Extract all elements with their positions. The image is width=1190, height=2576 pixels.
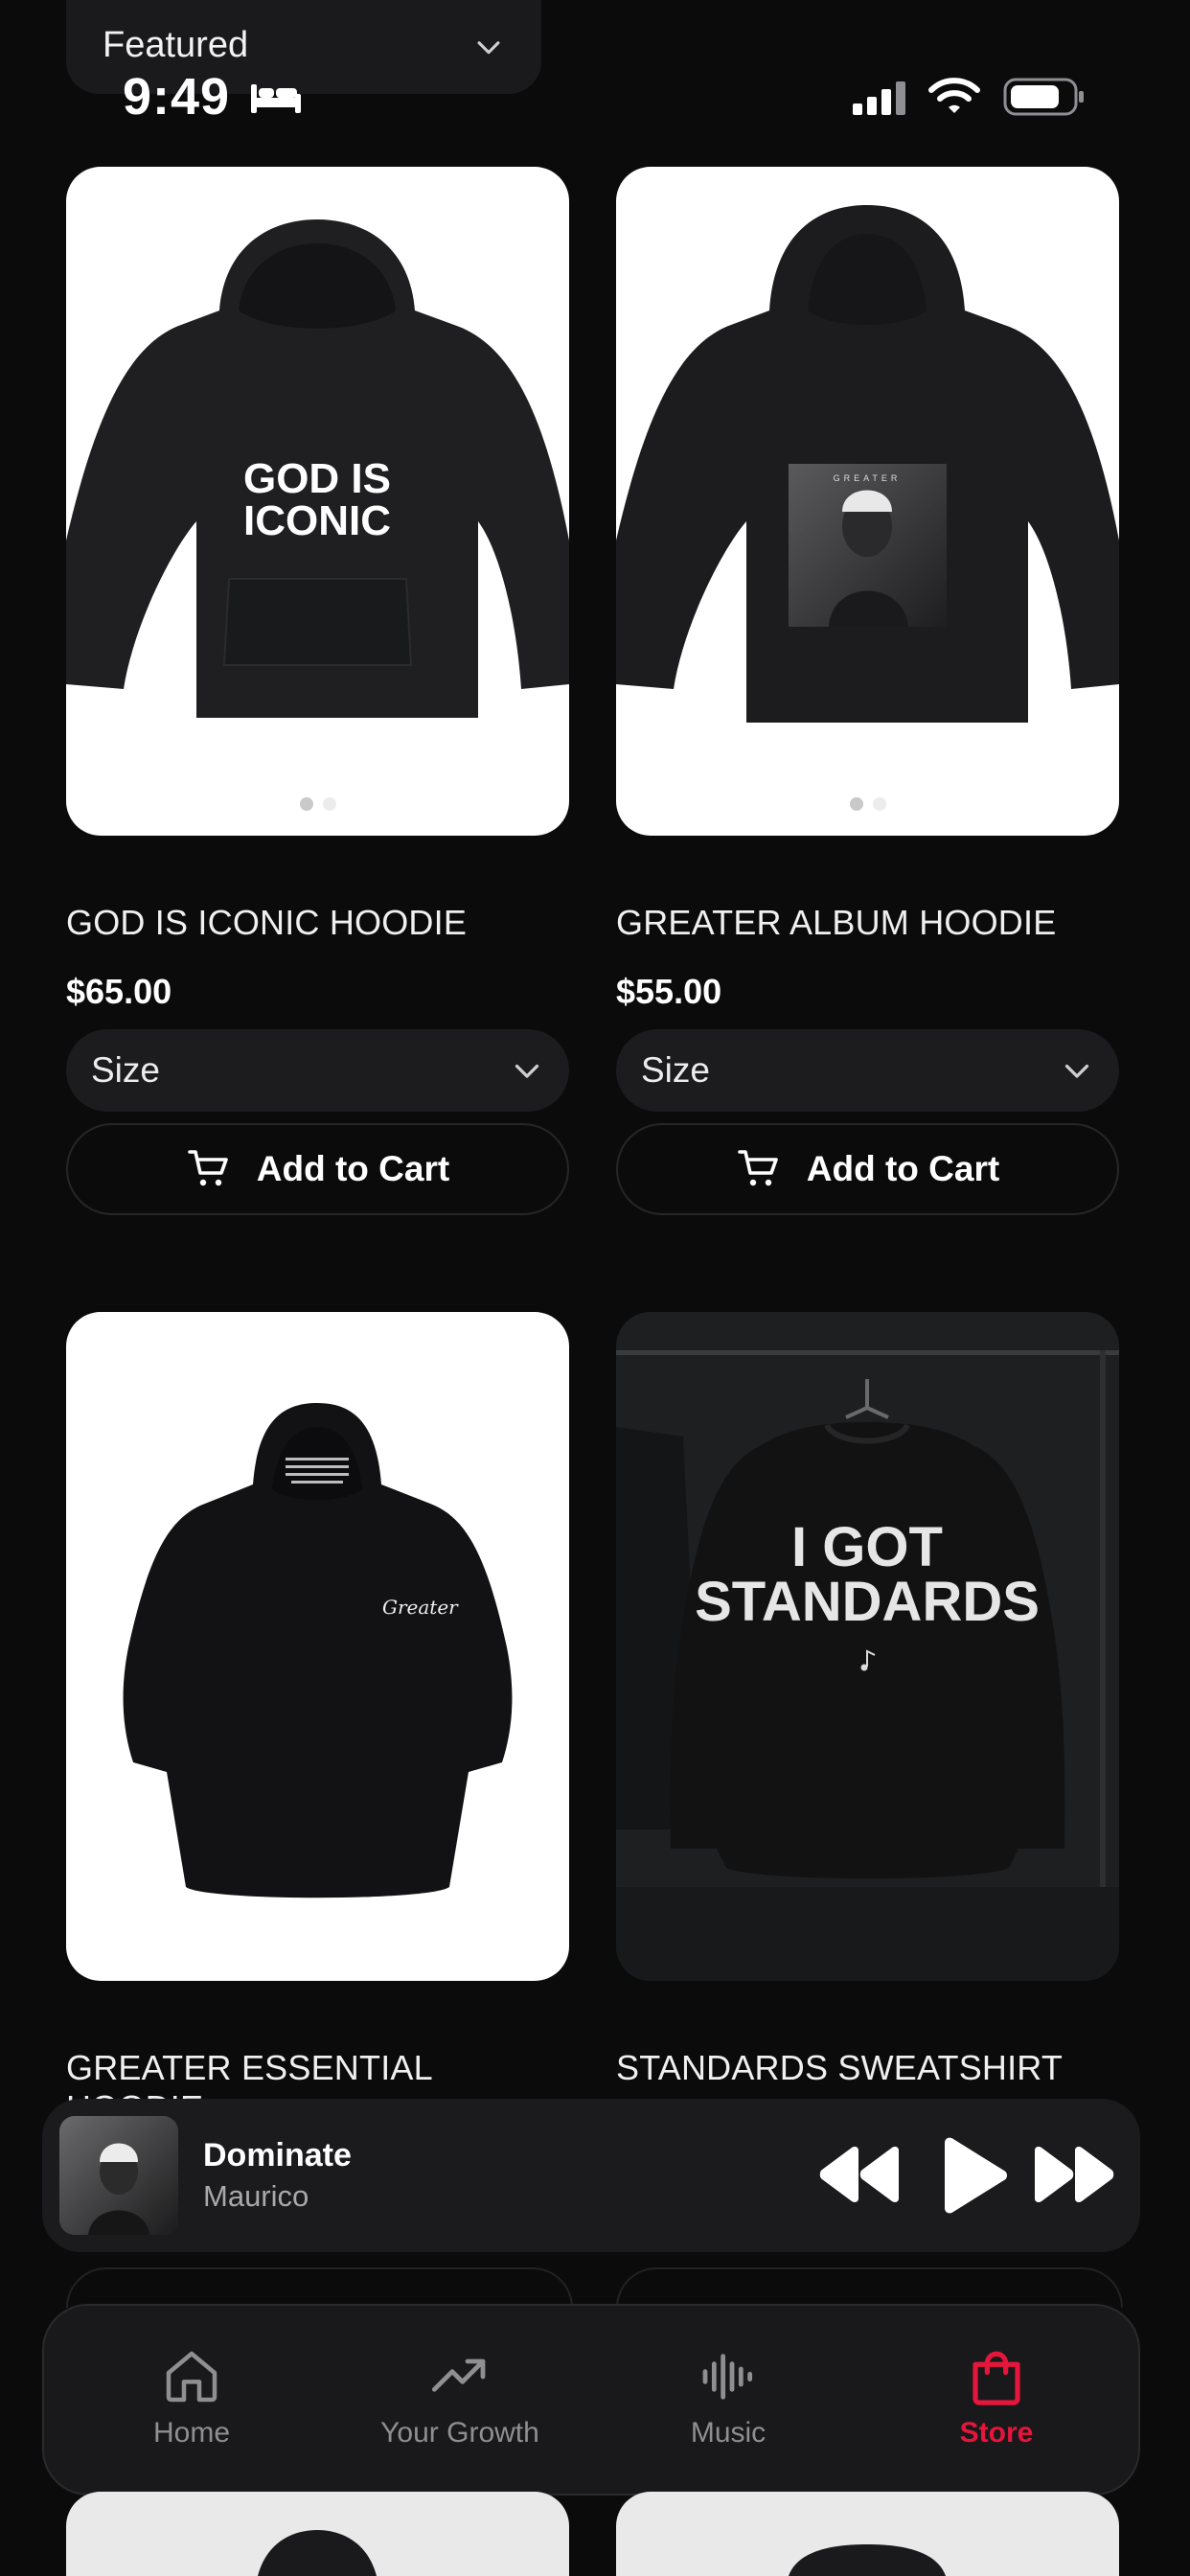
print-text-line-1: I GOT: [791, 1516, 943, 1578]
tab-label: Music: [690, 2417, 767, 2449]
hoodie-image: GOD IS ICONIC: [66, 219, 569, 718]
mini-player[interactable]: Dominate Maurico: [42, 2099, 1140, 2252]
fast-forward-button[interactable]: [1031, 2143, 1117, 2206]
play-button[interactable]: [937, 2137, 1010, 2214]
tab-home[interactable]: Home: [57, 2306, 326, 2494]
apparel-image: [789, 2544, 946, 2576]
wifi-icon: [928, 78, 980, 113]
product-card[interactable]: GREATER GREATER ALBUM HOODIE $55.00 Size…: [616, 167, 1119, 1215]
cart-icon: [737, 1150, 778, 1186]
cart-icon: [187, 1150, 228, 1186]
battery-icon: [1003, 78, 1084, 116]
add-to-cart-label: Add to Cart: [256, 1149, 450, 1188]
track-artist: Maurico: [203, 2179, 309, 2213]
product-image[interactable]: GOD IS ICONIC: [66, 167, 569, 836]
shopping-bag-icon: [973, 2351, 1020, 2405]
carousel-dot[interactable]: [872, 797, 886, 811]
print-script-text: Greater: [382, 1596, 459, 1619]
size-select[interactable]: Size: [66, 1029, 569, 1112]
tab-your-growth[interactable]: Your Growth: [326, 2306, 594, 2494]
size-select[interactable]: Size: [616, 1029, 1119, 1112]
product-title[interactable]: GOD IS ICONIC HOODIE: [66, 903, 569, 943]
hoodie-image: Greater: [123, 1403, 513, 1898]
carousel-dots[interactable]: [66, 797, 569, 811]
status-time: 9:49: [123, 68, 231, 126]
product-image[interactable]: [66, 2492, 569, 2576]
tab-store[interactable]: Store: [862, 2306, 1131, 2494]
product-image[interactable]: [616, 2492, 1119, 2576]
sleep-focus-icon: [251, 84, 301, 113]
size-select: [616, 2267, 1123, 2308]
carousel-dot[interactable]: [299, 797, 313, 811]
product-card[interactable]: I GOT STANDARDS STANDARDS SWEATSHIRT: [616, 1312, 1119, 2088]
album-art-text: GREATER: [834, 473, 902, 483]
tab-label: Your Growth: [380, 2417, 539, 2449]
carousel-dot[interactable]: [322, 797, 336, 811]
add-to-cart-button[interactable]: Add to Cart: [66, 1123, 569, 1215]
size-select: [66, 2267, 573, 2308]
play-icon: [945, 2137, 1007, 2214]
product-title[interactable]: STANDARDS SWEATSHIRT: [616, 2048, 1119, 2088]
carousel-dots[interactable]: [616, 797, 1119, 811]
rewind-icon: [819, 2147, 899, 2202]
chevron-down-icon: [1064, 1064, 1089, 1078]
tab-bar: Home Your Growth Music Store: [42, 2304, 1140, 2496]
print-text-line-2: ICONIC: [243, 497, 391, 544]
carousel-dot[interactable]: [849, 797, 863, 811]
sweatshirt-image: I GOT STANDARDS: [616, 1312, 1119, 1981]
tab-label: Home: [152, 2417, 231, 2449]
waveform-icon: [702, 2354, 753, 2400]
album-artwork[interactable]: [59, 2116, 178, 2235]
hoodie-image: GREATER: [616, 205, 1119, 723]
product-card[interactable]: Greater GREATER ESSENTIAL HOODIE: [66, 1312, 569, 2128]
add-to-cart-button[interactable]: Add to Cart: [616, 1123, 1119, 1215]
chevron-down-icon: [477, 41, 500, 55]
add-to-cart-label: Add to Cart: [806, 1149, 1000, 1188]
cellular-signal-icon: [853, 81, 905, 115]
fast-forward-icon: [1035, 2147, 1114, 2202]
size-select-label: Size: [91, 1050, 160, 1090]
tab-label: Store: [959, 2417, 1034, 2449]
status-bar: Featured 9:49: [0, 0, 1190, 144]
print-text-line-1: GOD IS: [243, 455, 391, 502]
product-image[interactable]: Greater: [66, 1312, 569, 1981]
rewind-button[interactable]: [816, 2143, 903, 2206]
track-title: Dominate: [203, 2137, 352, 2174]
product-image[interactable]: I GOT STANDARDS: [616, 1312, 1119, 1981]
tab-music[interactable]: Music: [594, 2306, 862, 2494]
product-title[interactable]: GREATER ALBUM HOODIE: [616, 903, 1119, 943]
home-icon: [166, 2351, 217, 2403]
product-price: $65.00: [66, 972, 172, 1011]
print-text-line-2: STANDARDS: [695, 1571, 1040, 1633]
chevron-down-icon: [515, 1064, 539, 1078]
size-select-label: Size: [641, 1050, 710, 1090]
trending-up-icon: [431, 2358, 486, 2392]
product-image[interactable]: GREATER: [616, 167, 1119, 836]
album-art-image: [59, 2116, 178, 2235]
sort-dropdown-label: Featured: [103, 24, 249, 65]
product-price: $55.00: [616, 972, 722, 1011]
hoodie-image: [258, 2530, 377, 2576]
product-card[interactable]: GOD IS ICONIC GOD IS ICONIC HOODIE $65.0…: [66, 167, 569, 1215]
